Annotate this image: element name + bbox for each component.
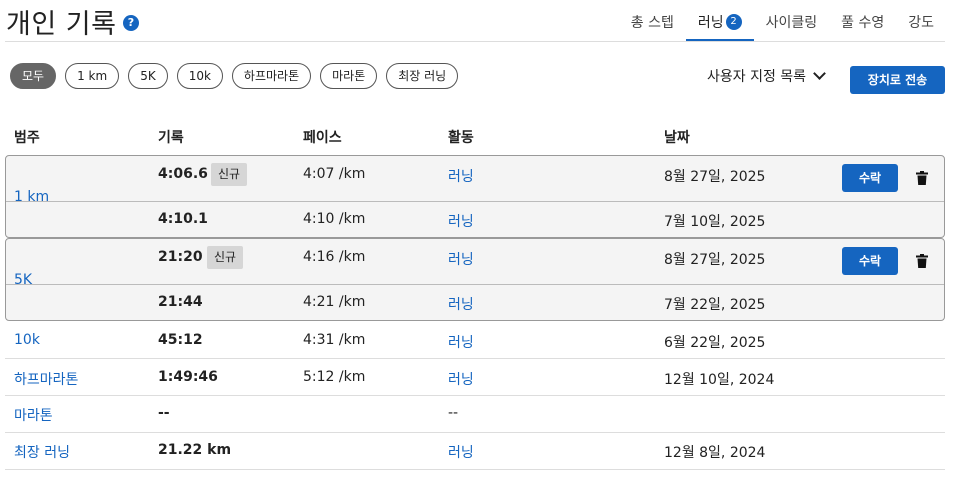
record-value: 1:49:46: [158, 369, 218, 385]
column-header-category: 범주: [14, 130, 40, 146]
activity-link[interactable]: 러닝: [448, 249, 474, 269]
activity-link[interactable]: 러닝: [448, 166, 474, 186]
tab-cycling[interactable]: 사이클링: [754, 0, 830, 42]
category-link[interactable]: 10k: [14, 332, 40, 348]
tab-running[interactable]: 러닝 2: [685, 0, 754, 42]
column-header-date: 날짜: [664, 130, 690, 146]
category-link[interactable]: 5K: [14, 272, 32, 288]
row-divider: [5, 395, 945, 396]
filter-chips: 모두 1 km 5K 10k 하프마라톤 마라톤 최장 러닝: [10, 63, 459, 89]
custom-list-label: 사용자 지정 목록: [707, 69, 807, 85]
date-value: 8월 27일, 2025: [664, 169, 766, 185]
tab-pool-swim[interactable]: 풀 수영: [829, 0, 896, 42]
page-title: 개인 기록: [6, 9, 117, 40]
activity-link[interactable]: 러닝: [448, 211, 474, 231]
activity-link[interactable]: 러닝: [448, 369, 474, 389]
activity-tabs: 총 스텝 러닝 2 사이클링 풀 수영 강도: [619, 0, 946, 42]
accept-button[interactable]: 수락: [842, 247, 898, 275]
date-value: 12월 10일, 2024: [664, 372, 775, 388]
pace-value: 4:21 /km: [303, 294, 366, 310]
custom-list-dropdown[interactable]: 사용자 지정 목록: [707, 66, 826, 86]
filter-chip-longest-run[interactable]: 최장 러닝: [386, 63, 459, 89]
filter-chip-1km[interactable]: 1 km: [65, 63, 120, 89]
record-value: 4:06.6: [158, 166, 208, 182]
column-header-activity: 활동: [448, 130, 474, 146]
record-value: 45:12: [158, 332, 203, 348]
row-divider: [5, 358, 945, 359]
filter-chip-half-marathon[interactable]: 하프마라톤: [231, 63, 312, 89]
new-badge: 신규: [207, 246, 244, 269]
row-divider: [5, 469, 945, 470]
filter-chip-marathon[interactable]: 마라톤: [320, 63, 378, 89]
send-to-device-button[interactable]: 장치로 전송: [850, 66, 945, 94]
category-link[interactable]: 최장 러닝: [14, 442, 70, 462]
date-value: 8월 27일, 2025: [664, 252, 766, 268]
record-group-5k: [5, 238, 945, 321]
chevron-down-icon: [813, 67, 826, 80]
header-divider: [5, 41, 945, 42]
filter-chip-5k[interactable]: 5K: [128, 63, 168, 89]
pace-value: 5:12 /km: [303, 369, 366, 385]
record-value: 21:44: [158, 294, 203, 310]
record-value: --: [158, 405, 170, 421]
tab-label: 강도: [908, 15, 934, 31]
accept-button[interactable]: 수락: [842, 164, 898, 192]
date-value: 12월 8일, 2024: [664, 445, 766, 461]
tab-total-steps[interactable]: 총 스텝: [619, 0, 686, 42]
record-value: 4:10.1: [158, 211, 208, 227]
tab-label: 러닝: [697, 15, 724, 31]
record-value: 21.22 km: [158, 442, 232, 458]
category-link[interactable]: 1 km: [14, 189, 49, 205]
tab-label: 사이클링: [765, 15, 818, 31]
pace-value: 4:16 /km: [303, 249, 366, 265]
date-value: 7월 22일, 2025: [664, 297, 766, 313]
column-header-pace: 페이스: [303, 130, 342, 146]
filter-chip-all[interactable]: 모두: [10, 63, 57, 89]
row-divider: [5, 432, 945, 433]
new-badge: 신규: [211, 163, 248, 186]
date-value: 6월 22일, 2025: [664, 335, 766, 351]
pace-value: 4:10 /km: [303, 211, 366, 227]
group-divider: [6, 201, 944, 202]
tab-count-badge: 2: [725, 14, 742, 30]
tab-intensity[interactable]: 강도: [896, 0, 946, 42]
record-group-1km: [5, 155, 945, 238]
activity-link[interactable]: 러닝: [448, 294, 474, 314]
activity-value: --: [448, 405, 459, 421]
date-value: 7월 10일, 2025: [664, 214, 766, 230]
filter-chip-10k[interactable]: 10k: [176, 63, 223, 89]
category-link[interactable]: 하프마라톤: [14, 369, 78, 389]
pace-value: 4:07 /km: [303, 166, 366, 182]
group-divider: [6, 284, 944, 285]
trash-icon[interactable]: [916, 254, 928, 268]
pace-value: 4:31 /km: [303, 332, 366, 348]
tab-label: 풀 수영: [841, 15, 885, 31]
tab-label: 총 스텝: [630, 15, 674, 31]
activity-link[interactable]: 러닝: [448, 332, 474, 352]
trash-icon[interactable]: [916, 171, 928, 185]
category-link[interactable]: 마라톤: [14, 405, 53, 425]
help-icon[interactable]: ?: [123, 15, 139, 31]
column-header-record: 기록: [158, 130, 184, 146]
record-value: 21:20: [158, 249, 203, 265]
activity-link[interactable]: 러닝: [448, 442, 474, 462]
